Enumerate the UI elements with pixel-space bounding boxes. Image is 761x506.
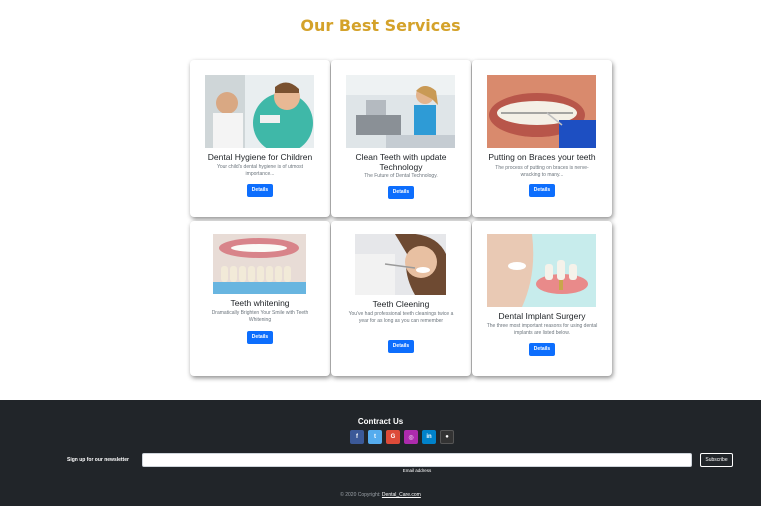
details-button[interactable]: Details — [247, 331, 273, 344]
details-button[interactable]: Details — [388, 186, 414, 199]
service-card-teeth-whitening: Teeth whitening Dramatically Brighten Yo… — [190, 221, 330, 376]
facebook-icon[interactable]: f — [350, 430, 364, 444]
service-card-teeth-cleaning: Teeth Cleening You've had professional t… — [331, 221, 471, 376]
service-description: The three most important reasons for usi… — [486, 323, 598, 336]
google-icon[interactable]: G — [386, 430, 400, 444]
details-button[interactable]: Details — [529, 343, 555, 356]
service-description: Dramatically Brighten Your Smile with Te… — [211, 310, 309, 323]
service-title: Teeth whitening — [230, 298, 290, 308]
details-button[interactable]: Details — [247, 184, 273, 197]
service-image-dental-hygiene — [205, 75, 314, 148]
service-description: Your child's dental hygiene is of utmost… — [216, 164, 304, 177]
service-image-braces — [487, 75, 596, 148]
details-button[interactable]: Details — [388, 340, 414, 353]
subscribe-button[interactable]: Subscribe — [700, 453, 733, 467]
service-description: You've had professional teeth cleanings … — [348, 311, 454, 324]
service-title: Dental Implant Surgery — [498, 311, 586, 321]
copyright-text: © 2020 Copyright: — [340, 492, 381, 498]
service-title: Putting on Braces your teeth — [488, 152, 596, 162]
service-image-dental-implant — [487, 234, 596, 307]
email-hint: Email address — [402, 468, 432, 473]
service-image-teeth-whitening — [213, 234, 306, 294]
details-button[interactable]: Details — [529, 184, 555, 197]
twitter-icon[interactable]: t — [368, 430, 382, 444]
service-title: Dental Hygiene for Children — [207, 152, 313, 162]
footer: Contract Us f t G ◎ in ● Sign up for our… — [0, 400, 761, 506]
service-description: The process of putting on braces is nerv… — [495, 165, 589, 178]
github-icon[interactable]: ● — [440, 430, 454, 444]
social-links: f t G ◎ in ● — [350, 430, 454, 444]
service-card-dental-implant: Dental Implant Surgery The three most im… — [472, 221, 612, 376]
linkedin-icon[interactable]: in — [422, 430, 436, 444]
service-card-clean-teeth: Clean Teeth with update Technology The F… — [331, 60, 471, 217]
service-title: Teeth Cleening — [372, 299, 430, 309]
newsletter-label: Sign up for our newsletter — [67, 457, 129, 463]
service-description: The Future of Dental Technology. — [364, 173, 438, 179]
service-image-clean-teeth — [346, 75, 455, 148]
service-card-dental-hygiene: Dental Hygiene for Children Your child's… — [190, 60, 330, 217]
section-title: Our Best Services — [300, 16, 461, 35]
copyright: © 2020 Copyright: Dental_Care.com — [0, 492, 761, 498]
footer-title: Contract Us — [357, 417, 404, 426]
email-input[interactable] — [142, 453, 692, 467]
service-image-teeth-cleaning — [355, 234, 446, 295]
service-title: Clean Teeth with update Technology — [355, 152, 447, 172]
instagram-icon[interactable]: ◎ — [404, 430, 418, 444]
copyright-link[interactable]: Dental_Care.com — [382, 492, 421, 498]
service-card-braces: Putting on Braces your teeth The process… — [472, 60, 612, 217]
